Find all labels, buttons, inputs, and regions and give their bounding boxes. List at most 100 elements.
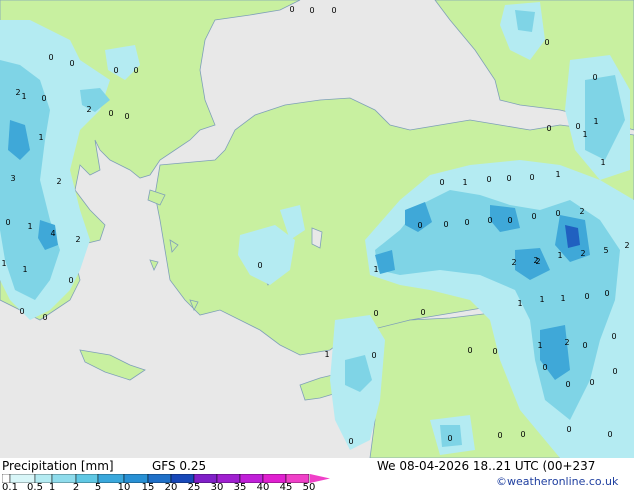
point-value: 0: [42, 313, 47, 322]
point-value: 2: [624, 241, 629, 250]
point-value: 0: [331, 6, 336, 15]
point-value: 0: [124, 112, 129, 121]
point-value: 1: [462, 178, 467, 187]
legend-label: 45: [279, 482, 293, 493]
point-value: 0: [464, 218, 469, 227]
point-value: 0: [69, 59, 74, 68]
point-value: 1: [373, 265, 378, 274]
legend-label: 5: [94, 482, 102, 493]
point-value: 0: [108, 109, 113, 118]
point-value: 0: [289, 5, 294, 14]
point-value: 0: [487, 216, 492, 225]
point-value: 1: [21, 92, 26, 101]
point-value: 0: [420, 308, 425, 317]
point-value: 1: [539, 295, 544, 304]
point-value: 0: [41, 94, 46, 103]
point-value: 0: [492, 347, 497, 356]
point-value: 0: [19, 307, 24, 316]
precipitation-map: 0 0 00000 002010200 01113 210 1 0 0 0 10 0 0 200000 14…: [0, 0, 634, 458]
legend-label: 0.1: [2, 482, 18, 493]
legend-label: 10: [117, 482, 131, 493]
legend-label: 25: [187, 482, 201, 493]
point-value: 1: [555, 170, 560, 179]
legend-label: 2: [72, 482, 80, 493]
point-value: 1: [557, 251, 562, 260]
point-value: 0: [443, 220, 448, 229]
point-value: 0: [604, 289, 609, 298]
point-value: 1: [324, 350, 329, 359]
lake-beysehir: [311, 227, 323, 249]
point-value: 2: [511, 258, 516, 267]
point-value: 0: [68, 276, 73, 285]
point-value: 0: [48, 53, 53, 62]
legend-label: 40: [256, 482, 270, 493]
point-value: 0: [542, 363, 547, 372]
point-value: 1: [582, 130, 587, 139]
point-value: 0: [371, 351, 376, 360]
point-value: 2: [56, 177, 61, 186]
precip-ne-2: [515, 10, 535, 32]
point-value: 1: [593, 117, 598, 126]
point-value: 0: [447, 434, 452, 443]
point-value: 0: [348, 437, 353, 446]
point-value: 0: [507, 216, 512, 225]
point-value: 0: [506, 174, 511, 183]
legend-label: 35: [233, 482, 247, 493]
point-value: 0: [486, 175, 491, 184]
point-value: 1: [560, 294, 565, 303]
point-value: 0: [544, 38, 549, 47]
point-value: 0: [309, 6, 314, 15]
map-footer: Precipitation [mm] GFS 0.25 We 08-04-202…: [0, 458, 634, 493]
point-value: 0: [133, 66, 138, 75]
point-value: 0: [555, 209, 560, 218]
point-value: 0: [467, 346, 472, 355]
point-value: 0: [612, 367, 617, 376]
point-value: 1: [517, 299, 522, 308]
point-value: 0: [566, 425, 571, 434]
legend-label: 0.5: [27, 482, 43, 493]
point-value: 2: [535, 257, 540, 266]
point-value: 0: [531, 212, 536, 221]
legend-label: 1: [48, 482, 56, 493]
legend-label: 15: [141, 482, 155, 493]
point-value: 2: [86, 105, 91, 114]
point-value: 1: [537, 341, 542, 350]
legend-label: 50: [302, 482, 316, 493]
point-value: 0: [575, 122, 580, 131]
point-value: 0: [565, 380, 570, 389]
point-value: 0: [5, 218, 10, 227]
point-value: 1: [1, 259, 6, 268]
point-value: 2: [15, 88, 20, 97]
point-value: 0: [113, 66, 118, 75]
point-value: 3: [10, 174, 15, 183]
point-value: 2: [579, 207, 584, 216]
point-value: 0: [439, 178, 444, 187]
point-value: 2: [564, 338, 569, 347]
point-value: 4: [50, 229, 55, 238]
point-value: 1: [27, 222, 32, 231]
point-value: 0: [529, 173, 534, 182]
legend-label: 30: [210, 482, 224, 493]
point-value: 0: [584, 292, 589, 301]
legend-labels: 0.1 0.5 1 2 5 10 15 20 25 30 35 40 45 50: [0, 458, 340, 493]
point-value: 2: [580, 249, 585, 258]
point-value: 5: [603, 246, 608, 255]
point-value: 1: [38, 133, 43, 142]
point-value: 0: [546, 124, 551, 133]
point-value: 0: [373, 309, 378, 318]
point-value: 1: [22, 265, 27, 274]
point-value: 0: [582, 341, 587, 350]
point-value: 0: [592, 73, 597, 82]
point-value: 1: [600, 158, 605, 167]
point-value: 0: [611, 332, 616, 341]
point-value: 0: [589, 378, 594, 387]
point-value: 0: [607, 430, 612, 439]
legend-label: 20: [164, 482, 178, 493]
credit-text: ©weatheronline.co.uk: [496, 475, 619, 488]
valid-datetime: We 08-04-2026 18..21 UTC (00+237: [377, 459, 596, 473]
point-value: 0: [497, 431, 502, 440]
point-value: 2: [75, 235, 80, 244]
point-value: 0: [257, 261, 262, 270]
point-value: 0: [417, 221, 422, 230]
point-value: 0: [520, 430, 525, 439]
